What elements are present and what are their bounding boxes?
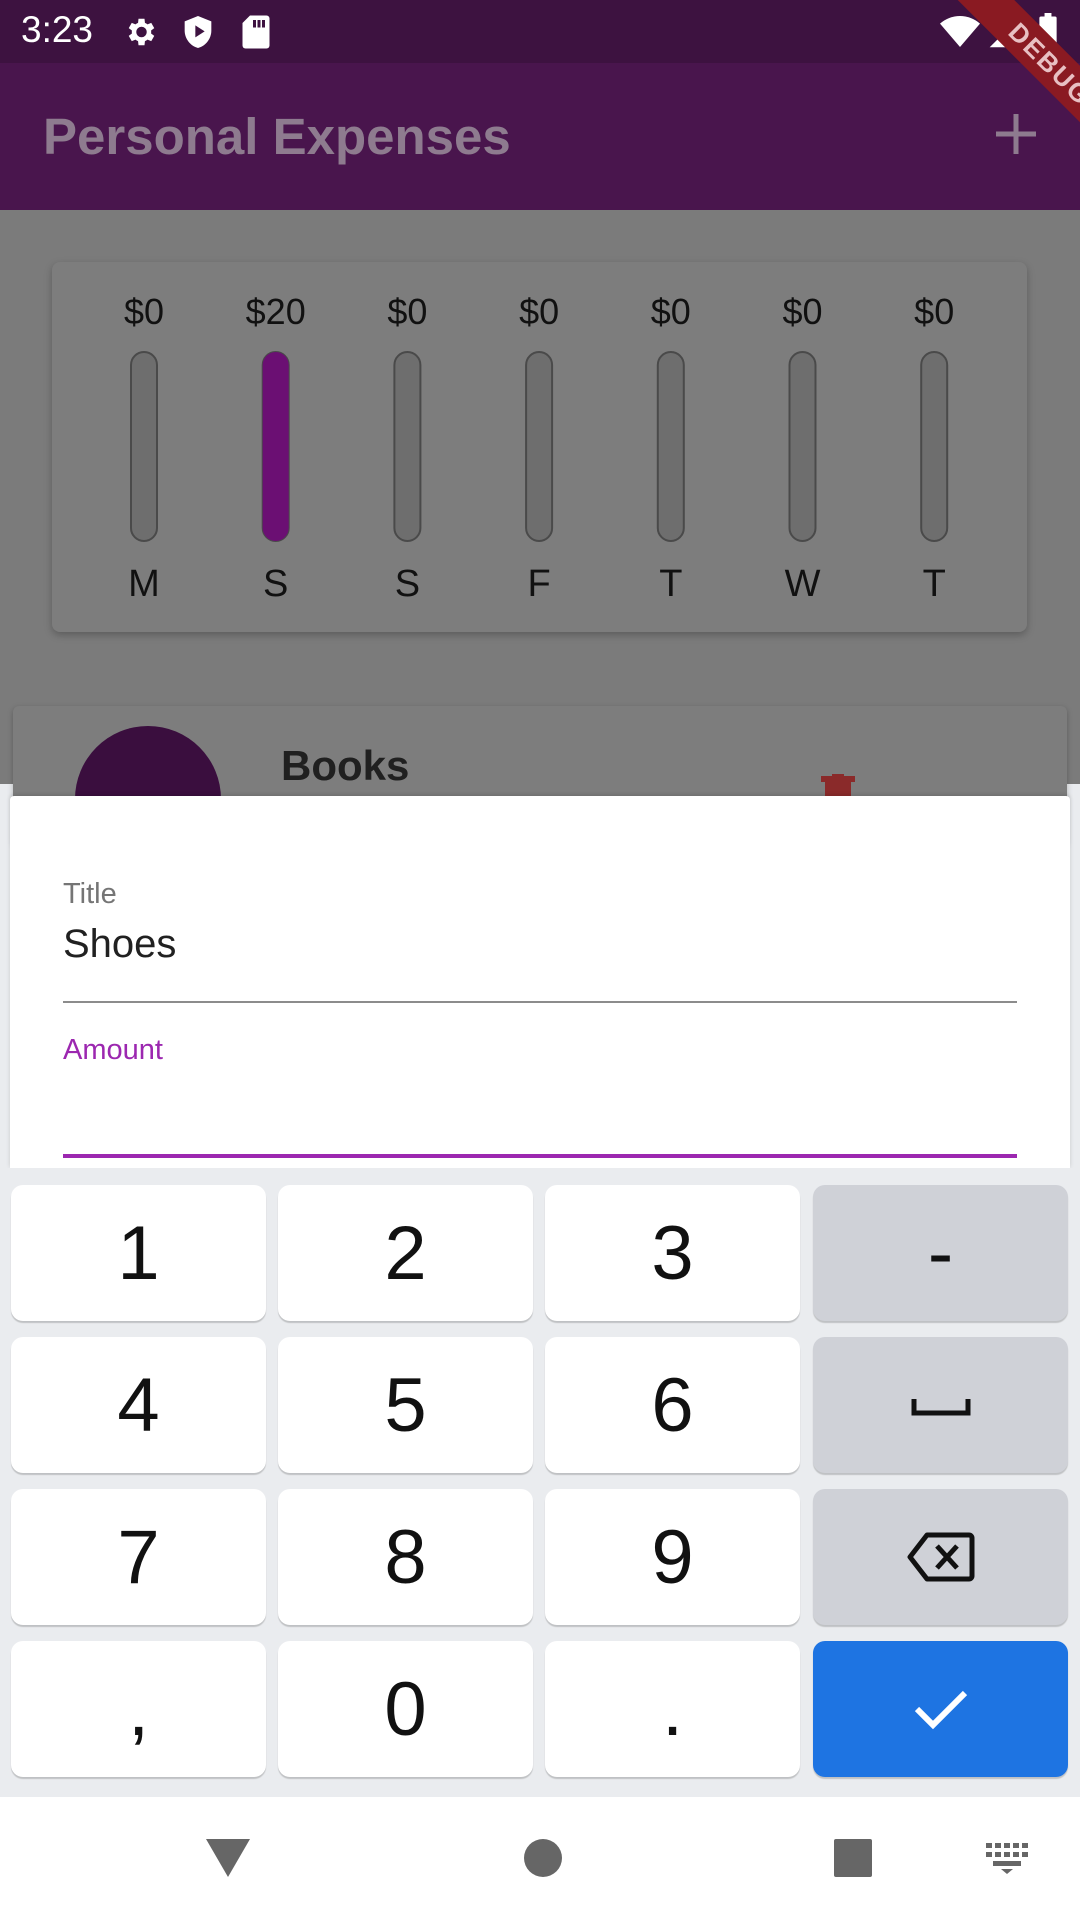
weekly-chart-card: $0 M $20 S $0 S $0 F $0 T $0 W $0 T — [52, 262, 1027, 632]
title-field-underline — [63, 1001, 1017, 1003]
key-1[interactable]: 1 — [11, 1185, 266, 1321]
status-time: 3:23 — [21, 9, 94, 50]
bar-value-label: $0 — [651, 291, 691, 332]
bar-track — [656, 351, 685, 542]
settings-icon — [120, 12, 160, 52]
key-space[interactable] — [813, 1337, 1068, 1473]
navigation-bar — [0, 1797, 1080, 1920]
plus-icon — [996, 114, 1036, 154]
key-4[interactable]: 4 — [11, 1337, 266, 1473]
app-bar: Personal Expenses — [0, 63, 1080, 210]
checkmark-icon — [914, 1690, 967, 1730]
bar-track — [525, 351, 554, 542]
play-protect-icon — [178, 12, 218, 52]
key-comma[interactable]: , — [11, 1641, 266, 1777]
bar-value-label: $0 — [124, 291, 164, 332]
day-label: T — [923, 563, 946, 605]
key-8[interactable]: 8 — [278, 1489, 533, 1625]
wifi-icon — [940, 12, 980, 52]
space-icon — [911, 1399, 970, 1416]
bar-track — [130, 351, 158, 542]
bar-value-label: $0 — [914, 291, 954, 332]
day-label: W — [785, 563, 821, 605]
amount-field-label: Amount — [63, 1034, 163, 1066]
key-6[interactable]: 6 — [545, 1337, 800, 1473]
key-period[interactable]: . — [545, 1641, 800, 1777]
key-enter[interactable] — [813, 1641, 1068, 1777]
day-label: M — [128, 563, 160, 605]
numeric-keyboard: 1 2 3 - 4 5 6 7 8 9 , 0 . — [0, 1168, 1080, 1797]
key-3[interactable]: 3 — [545, 1185, 800, 1321]
backspace-icon — [907, 1532, 974, 1582]
amount-field[interactable] — [63, 1072, 1017, 1128]
key-2[interactable]: 2 — [278, 1185, 533, 1321]
home-button[interactable] — [515, 1830, 571, 1886]
signal-icon — [985, 12, 1025, 52]
key-9[interactable]: 9 — [545, 1489, 800, 1625]
transaction-title: Books — [281, 742, 410, 789]
key-5[interactable]: 5 — [278, 1337, 533, 1473]
amount-field-underline — [63, 1154, 1017, 1158]
keyboard-switch-button[interactable] — [982, 1835, 1032, 1881]
home-icon — [524, 1839, 562, 1877]
bar-track — [920, 351, 949, 542]
status-bar: 3:23 — [0, 0, 1080, 63]
key-0[interactable]: 0 — [278, 1641, 533, 1777]
weekly-chart: $0 M $20 S $0 S $0 F $0 T $0 W $0 T — [124, 291, 954, 605]
bar-track — [788, 351, 817, 542]
day-label: T — [659, 563, 682, 605]
title-field[interactable]: Shoes — [63, 922, 176, 967]
sd-card-icon — [236, 12, 276, 52]
title-field-label: Title — [63, 878, 117, 910]
bar-value-label: $0 — [387, 291, 427, 332]
back-button[interactable] — [200, 1830, 256, 1886]
recents-icon — [834, 1839, 872, 1877]
key-7[interactable]: 7 — [11, 1489, 266, 1625]
recents-button[interactable] — [825, 1830, 881, 1886]
battery-icon — [1028, 12, 1068, 52]
bar-fill — [262, 352, 289, 541]
new-transaction-sheet: Title Shoes Amount — [10, 796, 1070, 1168]
bar-value-label: $20 — [246, 291, 306, 332]
app-title: Personal Expenses — [43, 108, 511, 165]
add-transaction-button[interactable] — [990, 108, 1042, 160]
day-label: S — [263, 563, 288, 605]
day-label: F — [527, 563, 550, 605]
bar-track — [393, 351, 422, 542]
key-backspace[interactable] — [813, 1489, 1068, 1625]
bar-value-label: $0 — [782, 291, 822, 332]
back-icon — [206, 1839, 250, 1877]
keyboard-switch-icon — [986, 1843, 1028, 1874]
bar-value-label: $0 — [519, 291, 559, 332]
key-minus[interactable]: - — [813, 1185, 1068, 1321]
day-label: S — [395, 563, 420, 605]
